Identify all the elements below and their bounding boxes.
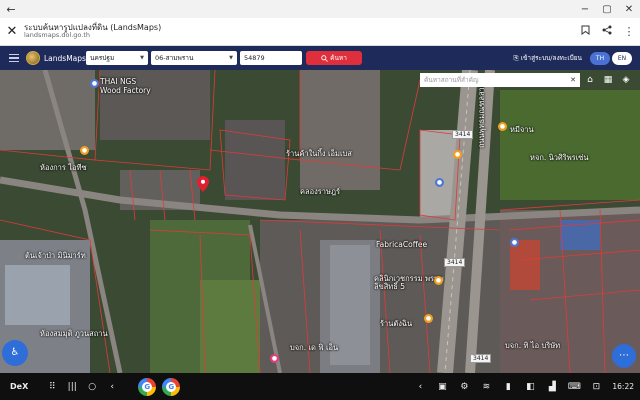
- language-switch: TH EN: [590, 51, 632, 65]
- location-pin-icon[interactable]: [197, 176, 209, 192]
- back-icon[interactable]: ←: [0, 3, 22, 16]
- dex-taskbar: DeX ⠿ ||| ○ ‹ G G ‹ ▣ ⚙ ≋ ▮ ◧ ▟ ⌨ ⊡ 16:2…: [0, 373, 640, 400]
- lang-en-button[interactable]: EN: [612, 51, 632, 65]
- clear-icon[interactable]: ✕: [570, 76, 576, 84]
- district-select[interactable]: 06-สามพราน ▼: [151, 51, 237, 65]
- lang-th-button[interactable]: TH: [590, 51, 610, 65]
- grid-icon[interactable]: ▦: [600, 73, 616, 87]
- home-button-icon[interactable]: ○: [82, 382, 102, 392]
- map-label: ร้านค้าในกิ้ง เอ็มเบส: [286, 149, 352, 158]
- accessibility-icon[interactable]: ♿: [2, 340, 28, 366]
- landsmaps-logo: [26, 51, 40, 65]
- route-sign: 3414: [444, 258, 466, 267]
- parcel-number-input[interactable]: 54879: [240, 51, 302, 65]
- more-vert-icon[interactable]: ⋮: [618, 25, 640, 38]
- apps-grid-icon[interactable]: ⠿: [42, 382, 62, 392]
- login-icon: ⎘: [513, 54, 521, 62]
- place-search-placeholder: ค้นหาสถานที่สำคัญ: [424, 76, 479, 84]
- poi-icon[interactable]: ●: [270, 354, 279, 363]
- map-label: บจก. ทิ ไอ บริษัท: [505, 341, 561, 350]
- battery-saver-icon: ▮: [505, 381, 511, 392]
- chevron-left-icon[interactable]: ‹: [410, 382, 430, 392]
- chevron-down-icon: ▼: [229, 55, 233, 61]
- page-url: landsmaps.dol.go.th: [24, 31, 91, 40]
- settings-icon[interactable]: ⚙: [454, 382, 474, 392]
- district-value: 06-สามพราน: [155, 54, 194, 62]
- search-icon: [321, 54, 328, 62]
- restore-icon[interactable]: ▢: [596, 4, 618, 15]
- recents-icon[interactable]: |||: [62, 382, 82, 392]
- place-search-input[interactable]: ค้นหาสถานที่สำคัญ ✕: [420, 73, 580, 87]
- window-close-icon[interactable]: ✕: [618, 4, 640, 15]
- poi-icon[interactable]: ●: [510, 238, 519, 247]
- status-area: ‹ ▣ ⚙ ≋ ▮ ◧ ▟ ⌨ ⊡ 16:22: [410, 382, 634, 392]
- map-label: ห้องสมมุติ ภูวนสถาน: [40, 329, 108, 338]
- notification-icon: ◧: [526, 381, 535, 392]
- login-link[interactable]: ⎘ เข้าสู่ระบบ/ลงทะเบียน: [513, 53, 582, 63]
- keyboard-icon[interactable]: ⌨: [564, 382, 584, 392]
- poi-icon[interactable]: ●: [90, 79, 99, 88]
- province-value: นครปฐม: [90, 54, 115, 62]
- google-app-icon[interactable]: G: [138, 377, 157, 396]
- wifi-icon: ≋: [482, 381, 491, 392]
- map-label: Wood Factory: [100, 86, 151, 95]
- gallery-icon[interactable]: ▣: [432, 382, 452, 392]
- google-app-icon[interactable]: G: [162, 377, 181, 396]
- poi-icon[interactable]: ●: [424, 314, 433, 323]
- province-select[interactable]: นครปฐม ▼: [86, 51, 148, 65]
- map-label: FabricaCoffee: [376, 240, 428, 249]
- window-bar: ← − ▢ ✕: [0, 0, 640, 18]
- close-tab-icon[interactable]: ✕: [0, 24, 24, 39]
- map-label: บจก. เด ฟิ เอ็น: [290, 343, 339, 352]
- poi-icon[interactable]: ●: [453, 150, 462, 159]
- poi-icon[interactable]: ●: [434, 276, 443, 285]
- android-screen: ← − ▢ ✕ ✕ ระบบค้นหารูปแปลงที่ดิน (LandsM…: [0, 0, 640, 400]
- route-sign: 3414: [452, 130, 474, 139]
- home-icon[interactable]: ⌂: [582, 73, 598, 87]
- map-label: ห้องการ ไอทีซ: [40, 163, 87, 172]
- brand-name: LandsMaps: [44, 53, 86, 63]
- signal-icon: ▟: [548, 381, 556, 392]
- map-label: หมีจาน: [510, 125, 534, 134]
- share-icon[interactable]: [596, 25, 618, 38]
- route-sign: 3414: [470, 354, 492, 363]
- layers-icon[interactable]: ◈: [618, 73, 634, 87]
- hamburger-menu-icon[interactable]: [4, 46, 24, 70]
- custom-tab-header: ✕ ระบบค้นหารูปแปลงที่ดิน (LandsMaps) lan…: [0, 18, 640, 46]
- road-label: คลองราษฎร์: [300, 187, 341, 196]
- chevron-down-icon: ▼: [140, 55, 144, 61]
- poi-icon[interactable]: ●: [498, 122, 507, 131]
- tab-titles: ระบบค้นหารูปแปลงที่ดิน (LandsMaps) lands…: [24, 22, 574, 40]
- poi-icon[interactable]: ●: [80, 146, 89, 155]
- site-navbar: LandsMaps นครปฐม ▼ 06-สามพราน ▼ 54879 ค้…: [0, 46, 640, 70]
- dex-label[interactable]: DeX: [10, 382, 28, 391]
- map-label: ร้านตังฉิน: [380, 319, 413, 328]
- map-label: ต้นเจ้าป่า มินิมาร์ท: [25, 251, 86, 260]
- satellite-map[interactable]: THAI NGS Wood Factory ห้องการ ไอทีซ ต้นเ…: [0, 70, 640, 373]
- page-title: ระบบค้นหารูปแปลงที่ดิน (LandsMaps): [24, 22, 162, 32]
- search-button[interactable]: ค้นหา: [306, 51, 362, 65]
- minimize-icon[interactable]: −: [574, 4, 596, 15]
- bookmark-icon[interactable]: [574, 25, 596, 38]
- map-label: THAI NGS: [100, 77, 137, 86]
- chat-icon[interactable]: ⋯: [612, 344, 636, 368]
- login-label: เข้าสู่ระบบ/ลงทะเบียน: [520, 54, 582, 62]
- back-nav-icon[interactable]: ‹: [102, 382, 122, 392]
- map-label: หจก. นิวศิริพรเซ่น: [530, 153, 589, 162]
- screenshot-icon[interactable]: ⊡: [586, 382, 606, 392]
- search-button-label: ค้นหา: [330, 54, 347, 62]
- clock: 16:22: [612, 382, 634, 391]
- poi-icon[interactable]: ●: [435, 178, 444, 187]
